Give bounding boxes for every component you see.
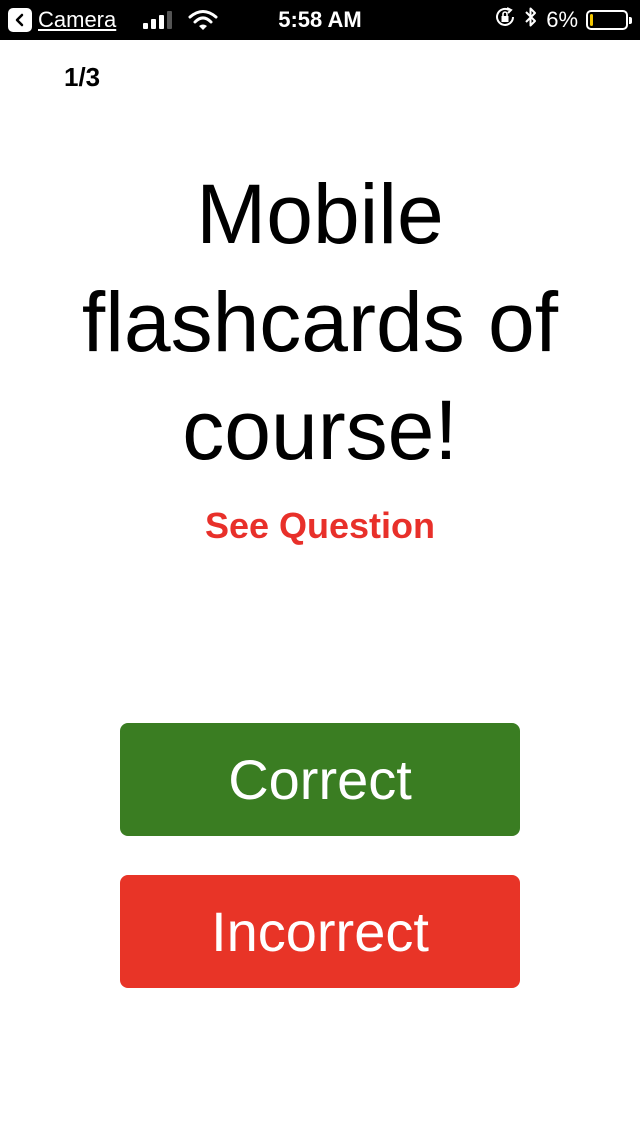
bluetooth-icon bbox=[524, 5, 538, 35]
card-counter: 1/3 bbox=[64, 62, 101, 92]
orientation-lock-icon bbox=[494, 6, 516, 34]
back-to-camera-button[interactable]: Camera bbox=[8, 7, 116, 33]
battery-percent: 6% bbox=[546, 7, 578, 32]
back-chevron-icon bbox=[8, 8, 32, 32]
battery-icon bbox=[586, 10, 632, 30]
incorrect-button[interactable]: Incorrect bbox=[120, 875, 520, 988]
back-label: Camera bbox=[38, 7, 117, 32]
status-bar: Camera 5:58 AM 6% bbox=[0, 0, 640, 40]
signal-icon bbox=[143, 11, 172, 29]
see-question-toggle[interactable]: See Question bbox=[0, 505, 640, 547]
battery-fill bbox=[590, 14, 593, 26]
correct-button[interactable]: Correct bbox=[120, 723, 520, 836]
flashcard-answer-text: Mobile flashcards of course! bbox=[81, 167, 559, 477]
wifi-icon bbox=[188, 9, 218, 37]
